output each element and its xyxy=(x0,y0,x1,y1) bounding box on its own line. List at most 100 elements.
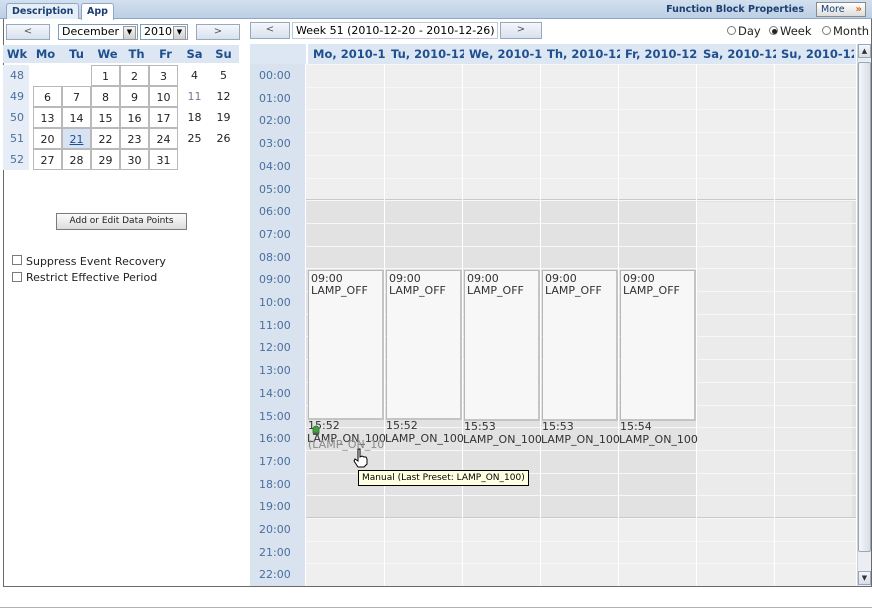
minical-day[interactable]: 27 xyxy=(33,149,62,170)
minical-day[interactable]: 5 xyxy=(209,65,238,86)
manual-event[interactable]: (LAMP_ON_10 xyxy=(308,438,384,451)
scroll-up-icon[interactable]: ▲ xyxy=(858,44,871,58)
week-day-headers: Mo, 2010-12-20Tu, 2010-12-21We, 2010-12-… xyxy=(308,44,856,64)
minical-prev-button[interactable]: < xyxy=(6,24,50,40)
schedule-event[interactable]: 09:00 LAMP_OFF 15:53 LAMP_ON_100 xyxy=(463,270,542,445)
minical-day[interactable]: 26 xyxy=(209,128,238,149)
event-start-label: LAMP_OFF xyxy=(623,284,680,298)
corner-cell xyxy=(250,44,306,64)
minical-day[interactable]: 8 xyxy=(91,86,120,107)
view-day-radio[interactable] xyxy=(727,26,736,35)
schedule-event[interactable]: 09:00 LAMP_OFF 15:54 LAMP_ON_100 xyxy=(619,270,698,445)
minical-day[interactable]: 11 xyxy=(180,86,209,107)
minical-day[interactable]: 10 xyxy=(149,86,178,107)
minical-day[interactable]: 30 xyxy=(120,149,149,170)
day-column-divider xyxy=(540,64,541,586)
event-start-time: 09:00 xyxy=(623,272,655,286)
event-start-time: 09:00 xyxy=(311,272,343,286)
minical-day[interactable]: 19 xyxy=(209,107,238,128)
minical-col-header: Th xyxy=(128,47,145,61)
minical-day[interactable]: 1 xyxy=(91,65,120,86)
minical-week-number: 50 xyxy=(3,107,29,128)
minical-day[interactable]: 22 xyxy=(91,128,120,149)
minical-day[interactable]: 3 xyxy=(149,65,178,86)
event-end-label: LAMP_ON_100 xyxy=(619,432,698,446)
event-end-label: LAMP_ON_100 xyxy=(463,432,542,446)
minical-day[interactable]: 12 xyxy=(209,86,238,107)
lamp-icon xyxy=(312,424,320,435)
minical-day[interactable]: 13 xyxy=(33,107,62,128)
day-header[interactable]: Tu, 2010-12-21 xyxy=(386,44,464,64)
event-start-label: LAMP_OFF xyxy=(467,284,524,298)
hour-label: 20:00 xyxy=(259,523,291,536)
minical-week-number: 49 xyxy=(3,86,29,107)
year-select[interactable]: 2010 ▼ xyxy=(140,24,188,40)
suppress-event-recovery-checkbox[interactable] xyxy=(12,255,22,265)
minical-day[interactable]: 9 xyxy=(120,86,149,107)
minical-day[interactable]: 28 xyxy=(62,149,91,170)
bottom-divider xyxy=(0,607,872,608)
week-next-button[interactable]: > xyxy=(500,22,542,39)
year-value: 2010 xyxy=(144,25,172,38)
hour-label: 05:00 xyxy=(259,182,291,196)
minical-day[interactable]: 7 xyxy=(62,86,91,107)
hour-label: 10:00 xyxy=(259,296,291,309)
manual-event-tooltip: Manual (Last Preset: LAMP_ON_100) xyxy=(358,470,529,486)
hour-label: 18:00 xyxy=(259,477,291,491)
month-select[interactable]: December ▼ xyxy=(58,24,138,40)
minical-day[interactable]: 16 xyxy=(120,107,149,128)
event-start-label: LAMP_OFF xyxy=(389,284,446,298)
tab-app[interactable]: App xyxy=(81,3,114,20)
event-end-label: LAMP_ON_100 xyxy=(385,432,464,446)
hour-label: 22:00 xyxy=(259,568,291,582)
hour-label: 03:00 xyxy=(259,137,291,151)
function-block-properties-link[interactable]: Function Block Properties xyxy=(666,3,804,17)
day-header[interactable]: Sa, 2010-12-25 xyxy=(698,44,776,64)
schedule-event[interactable]: 09:00 LAMP_OFF 15:53 LAMP_ON_100 xyxy=(541,270,620,445)
tab-description[interactable]: Description xyxy=(6,3,80,19)
minical-col-header: Fr xyxy=(159,47,172,61)
day-header[interactable]: Th, 2010-12-23 xyxy=(542,44,620,64)
event-end-time: 15:53 xyxy=(542,419,574,433)
week-prev-button[interactable]: < xyxy=(250,22,290,39)
minical-col-header: Su xyxy=(215,47,232,61)
add-edit-data-points-button[interactable]: Add or Edit Data Points xyxy=(56,213,187,230)
hour-label: 15:00 xyxy=(259,409,291,423)
hour-label: 21:00 xyxy=(259,545,291,559)
schedule-event[interactable]: 09:00 LAMP_OFF 15:52 LAMP_ON_100 xyxy=(385,270,464,445)
more-button[interactable]: More » xyxy=(816,2,866,17)
hour-label: 11:00 xyxy=(259,318,291,332)
minical-day[interactable]: 21 xyxy=(62,128,91,149)
view-month-radio[interactable] xyxy=(822,26,831,35)
restrict-effective-period-checkbox[interactable] xyxy=(12,272,22,282)
minical-next-button[interactable]: > xyxy=(196,24,240,40)
event-start-label: LAMP_OFF xyxy=(545,284,602,298)
vertical-scrollbar-thumb[interactable] xyxy=(858,62,871,552)
view-week-radio[interactable] xyxy=(769,26,778,35)
day-header[interactable]: We, 2010-12-22 xyxy=(464,44,542,64)
event-start-time: 09:00 xyxy=(545,272,577,286)
week-grid[interactable]: 09:00 LAMP_OFF 15:52 LAMP_ON_100 09:00 LAMP_O… xyxy=(306,64,856,586)
minical-day[interactable]: 17 xyxy=(149,107,178,128)
minical-week-number: 48 xyxy=(3,65,29,86)
day-header[interactable]: Mo, 2010-12-20 xyxy=(308,44,386,64)
hour-label: 19:00 xyxy=(259,500,291,514)
hour-label: 08:00 xyxy=(259,250,291,264)
day-header[interactable]: Fr, 2010-12-24 xyxy=(620,44,698,64)
minical-day[interactable]: 25 xyxy=(180,128,209,149)
minical-day[interactable]: 6 xyxy=(33,86,62,107)
scroll-down-icon[interactable]: ▼ xyxy=(858,571,871,585)
minical-day[interactable]: 23 xyxy=(120,128,149,149)
minical-day[interactable]: 31 xyxy=(149,149,178,170)
minical-day[interactable]: 18 xyxy=(180,107,209,128)
schedule-event[interactable]: 09:00 LAMP_OFF 15:52 LAMP_ON_100 xyxy=(307,270,386,445)
minical-day[interactable]: 4 xyxy=(180,65,209,86)
minical-day[interactable]: 15 xyxy=(91,107,120,128)
minical-day[interactable]: 20 xyxy=(33,128,62,149)
minical-day[interactable]: 14 xyxy=(62,107,91,128)
minical-day[interactable]: 29 xyxy=(91,149,120,170)
chevron-down-icon: ▼ xyxy=(173,26,186,40)
minical-day[interactable]: 24 xyxy=(149,128,178,149)
day-header[interactable]: Su, 2010-12-26 xyxy=(776,44,854,64)
minical-day[interactable]: 2 xyxy=(120,65,149,86)
